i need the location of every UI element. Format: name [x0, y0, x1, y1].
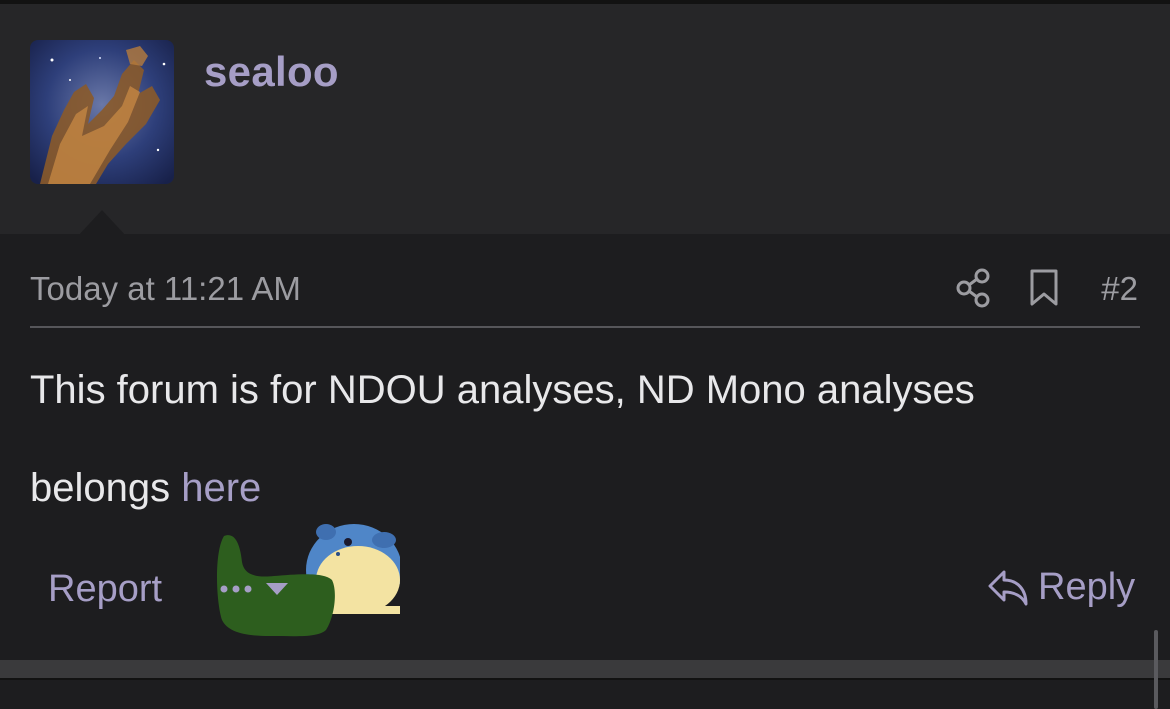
- bookmark-icon[interactable]: [1028, 268, 1060, 308]
- here-link[interactable]: here: [181, 466, 261, 510]
- post-number-link[interactable]: #2: [1101, 270, 1138, 308]
- post-text-prefix: belongs: [30, 466, 182, 510]
- post-text-line-1: This forum is for NDOU analyses, ND Mono…: [30, 368, 975, 412]
- post-timestamp[interactable]: Today at 11:21 AM: [30, 270, 301, 308]
- post-separator: [0, 660, 1170, 678]
- reply-label: Reply: [1038, 566, 1136, 608]
- post-meta-bar: Today at 11:21 AM #2: [30, 268, 1140, 328]
- report-button[interactable]: Report: [48, 568, 162, 611]
- post-text-line-2: belongs here: [30, 460, 402, 616]
- reply-arrow-icon: [986, 568, 1030, 608]
- post-user-header: sealoo: [0, 4, 1170, 238]
- post-content-area: Today at 11:21 AM #2 This forum is for N…: [0, 234, 1170, 660]
- next-post-edge: [0, 678, 1170, 709]
- more-options-menu[interactable]: [218, 578, 294, 600]
- forum-post-view: sealoo Today at 11:21 AM #2 This forum i…: [0, 0, 1170, 709]
- username[interactable]: sealoo: [204, 48, 339, 96]
- share-icon[interactable]: [955, 268, 991, 308]
- post-actions-bar: Report Reply: [0, 535, 1170, 637]
- avatar[interactable]: [30, 40, 174, 184]
- scrollbar[interactable]: [1154, 630, 1158, 709]
